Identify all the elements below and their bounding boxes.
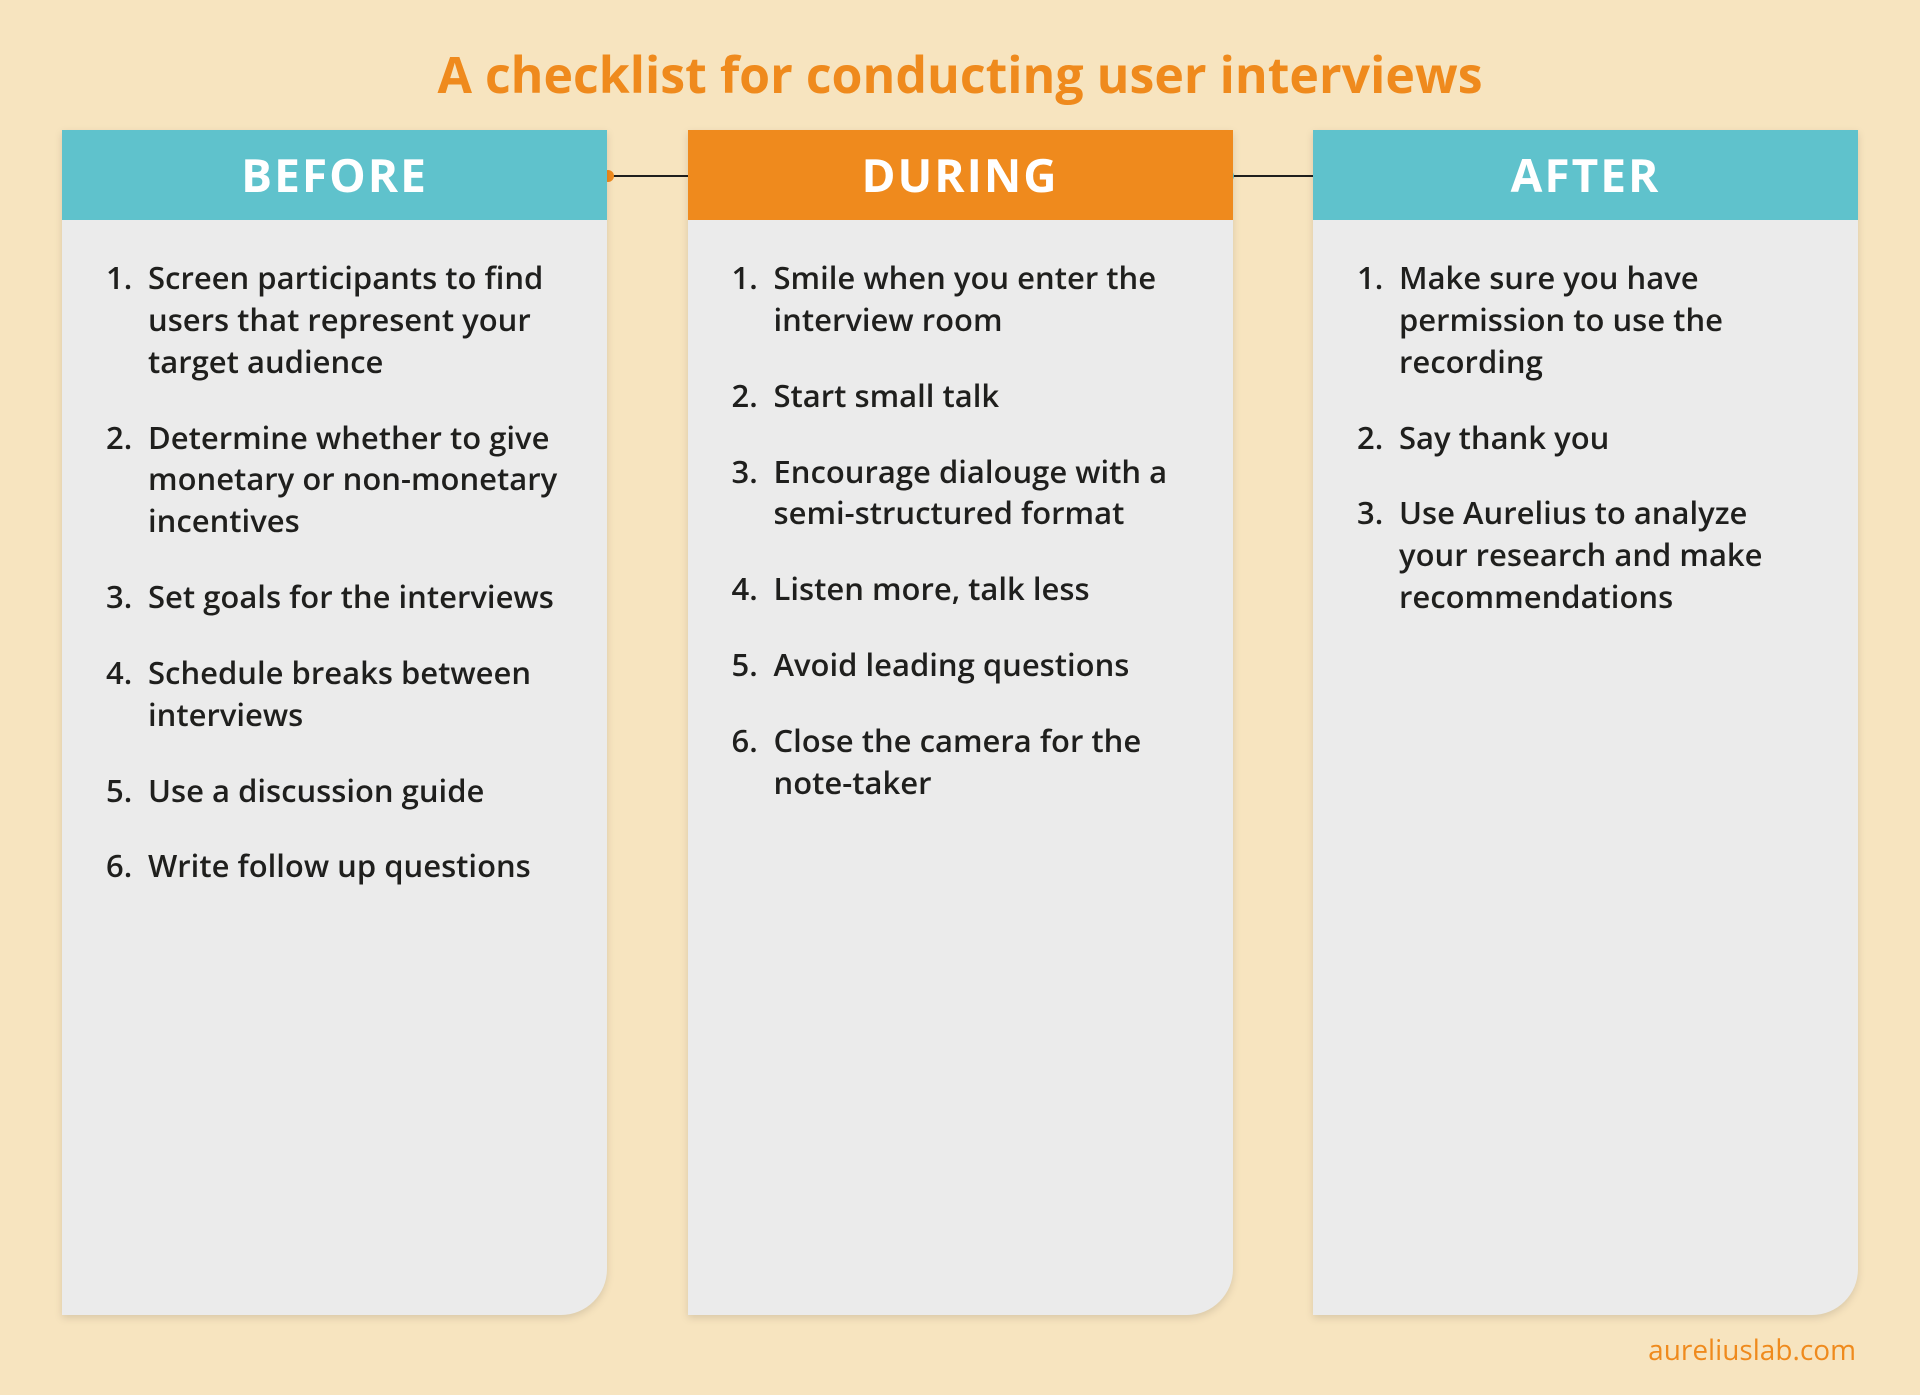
column-header-during: DURING (688, 130, 1233, 220)
column-during: DURING Smile when you enter the intervie… (688, 130, 1233, 1315)
list-item: Avoid leading questions (732, 645, 1189, 687)
checklist-stage: BEFORE Screen participants to find users… (62, 130, 1858, 1315)
column-header-after: AFTER (1313, 130, 1858, 220)
list-item: Determine whether to give monetary or no… (106, 418, 563, 544)
columns-row: BEFORE Screen participants to find users… (62, 130, 1858, 1315)
column-body-after: Make sure you have permission to use the… (1313, 220, 1858, 1315)
footer-attribution: aureliuslab.com (1648, 1331, 1856, 1369)
list-item: Set goals for the interviews (106, 577, 563, 619)
list-item: Schedule breaks between interviews (106, 653, 563, 737)
list-item: Encourage dialouge with a semi-structure… (732, 452, 1189, 536)
column-body-during: Smile when you enter the interview room … (688, 220, 1233, 1315)
list-item: Make sure you have permission to use the… (1357, 258, 1814, 384)
list-item: Use a discussion guide (106, 771, 563, 813)
page-title: A checklist for conducting user intervie… (0, 0, 1920, 108)
list-item: Close the camera for the note-taker (732, 721, 1189, 805)
column-after: AFTER Make sure you have permission to u… (1313, 130, 1858, 1315)
column-header-before: BEFORE (62, 130, 607, 220)
list-item: Screen participants to find users that r… (106, 258, 563, 384)
list-item: Use Aurelius to analyze your research an… (1357, 493, 1814, 619)
list-item: Listen more, talk less (732, 569, 1189, 611)
column-body-before: Screen participants to find users that r… (62, 220, 607, 1315)
list-item: Smile when you enter the interview room (732, 258, 1189, 342)
list-item: Say thank you (1357, 418, 1814, 460)
list-item: Write follow up questions (106, 846, 563, 888)
list-item: Start small talk (732, 376, 1189, 418)
column-before: BEFORE Screen participants to find users… (62, 130, 607, 1315)
